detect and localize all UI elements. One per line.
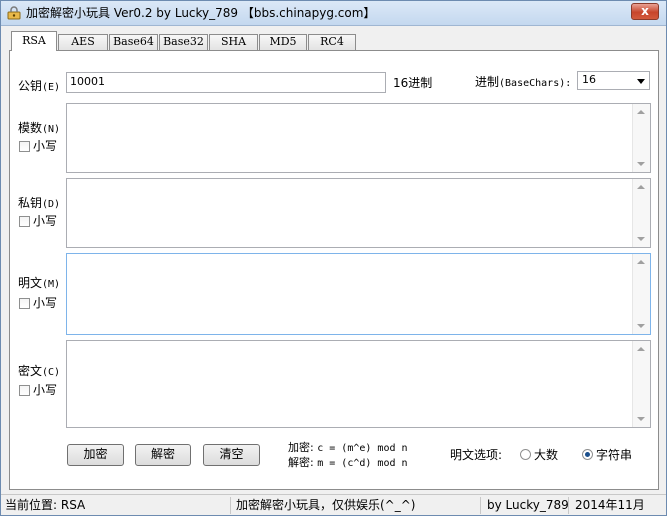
private-key-lowercase-label: 小写 xyxy=(33,214,58,228)
plaintext-scrollbar[interactable] xyxy=(632,254,650,334)
base-select[interactable]: 16 xyxy=(577,71,650,90)
scroll-down-icon[interactable] xyxy=(637,417,645,421)
scroll-up-icon[interactable] xyxy=(637,347,645,351)
scroll-down-icon[interactable] xyxy=(637,324,645,328)
decrypt-button[interactable]: 解密 xyxy=(135,444,191,466)
plaintext-lowercase-label: 小写 xyxy=(33,296,58,310)
modulus-label: 模数(N) xyxy=(18,121,61,135)
plaintext-lowercase-checkbox[interactable] xyxy=(19,298,30,309)
bignum-radio[interactable] xyxy=(520,449,531,460)
tab-aes[interactable]: AES xyxy=(58,34,108,50)
public-key-input[interactable]: 10001 xyxy=(66,72,386,93)
plaintext-label: 明文(M) xyxy=(18,276,61,290)
scroll-up-icon[interactable] xyxy=(637,260,645,264)
base-select-value: 16 xyxy=(582,73,596,86)
modulus-lowercase-checkbox[interactable] xyxy=(19,141,30,152)
decrypt-formula: 解密: m = (c^d) mod n xyxy=(288,456,408,469)
title-bar[interactable]: 加密解密小玩具 Ver0.2 by Lucky_789 【bbs.chinapy… xyxy=(1,1,666,26)
tab-rsa[interactable]: RSA xyxy=(11,31,57,51)
app-key-icon xyxy=(7,6,21,20)
ciphertext-scrollbar[interactable] xyxy=(632,341,650,427)
public-key-label: 公钥(E) xyxy=(18,79,61,93)
bignum-radio-label: 大数 xyxy=(534,448,559,462)
modulus-scrollbar[interactable] xyxy=(632,104,650,172)
string-radio[interactable] xyxy=(582,449,593,460)
close-button[interactable]: x xyxy=(631,3,659,20)
private-key-scrollbar[interactable] xyxy=(632,179,650,247)
status-bar: 当前位置: RSA 加密解密小玩具，仅供娱乐(^_^) by Lucky_789… xyxy=(1,494,666,515)
modulus-lowercase-label: 小写 xyxy=(33,139,58,153)
ciphertext-lowercase-checkbox[interactable] xyxy=(19,385,30,396)
status-date: 2014年11月 xyxy=(575,498,645,512)
private-key-textarea[interactable] xyxy=(66,178,651,248)
scroll-down-icon[interactable] xyxy=(637,237,645,241)
clear-button[interactable]: 清空 xyxy=(203,444,260,466)
ciphertext-textarea[interactable] xyxy=(66,340,651,428)
plaintext-textarea[interactable] xyxy=(66,253,651,335)
tab-base32[interactable]: Base32 xyxy=(159,34,208,50)
tab-rc4[interactable]: RC4 xyxy=(308,34,356,50)
hex-suffix-label: 16进制 xyxy=(393,76,433,90)
tab-sha[interactable]: SHA xyxy=(209,34,258,50)
status-location: 当前位置: RSA xyxy=(1,497,231,514)
ciphertext-label: 密文(C) xyxy=(18,364,61,378)
base-label: 进制(BaseChars): xyxy=(475,75,572,89)
tab-base64[interactable]: Base64 xyxy=(109,34,158,50)
encrypt-formula: 加密: c = (m^e) mod n xyxy=(288,441,408,454)
string-radio-label: 字符串 xyxy=(596,448,633,462)
status-message: 加密解密小玩具，仅供娱乐(^_^) xyxy=(232,497,481,514)
scroll-up-icon[interactable] xyxy=(637,185,645,189)
close-icon: x xyxy=(641,4,649,18)
window-title: 加密解密小玩具 Ver0.2 by Lucky_789 【bbs.chinapy… xyxy=(26,6,376,20)
chevron-down-icon[interactable] xyxy=(637,79,645,84)
main-window: 加密解密小玩具 Ver0.2 by Lucky_789 【bbs.chinapy… xyxy=(0,0,667,516)
tab-md5[interactable]: MD5 xyxy=(259,34,307,50)
private-key-label: 私钥(D) xyxy=(18,196,61,210)
plaintext-options-label: 明文选项: xyxy=(450,448,503,462)
scroll-down-icon[interactable] xyxy=(637,162,645,166)
modulus-textarea[interactable] xyxy=(66,103,651,173)
encrypt-button[interactable]: 加密 xyxy=(67,444,124,466)
private-key-lowercase-checkbox[interactable] xyxy=(19,216,30,227)
ciphertext-lowercase-label: 小写 xyxy=(33,383,58,397)
scroll-up-icon[interactable] xyxy=(637,110,645,114)
status-author: by Lucky_789 xyxy=(483,497,569,514)
